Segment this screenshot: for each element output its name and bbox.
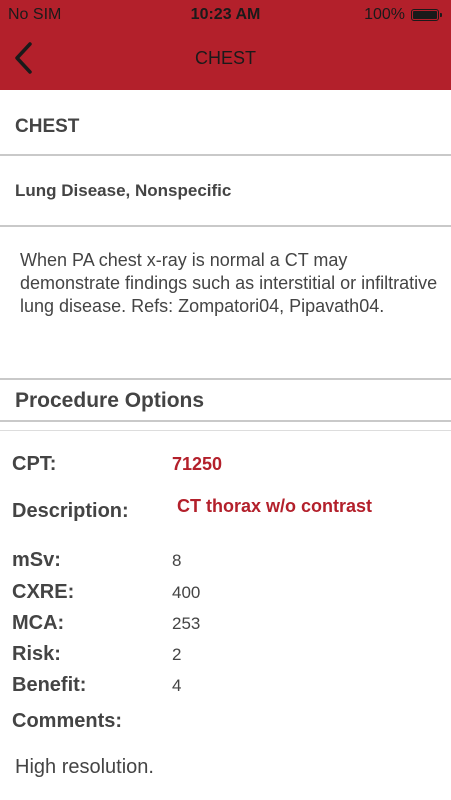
header: No SIM 10:23 AM 100% CHEST bbox=[0, 0, 451, 90]
msv-label: mSv: bbox=[12, 549, 61, 571]
status-bar: No SIM 10:23 AM 100% bbox=[0, 0, 451, 30]
subsection-title: Lung Disease, Nonspecific bbox=[15, 181, 232, 200]
cxre-label: CXRE: bbox=[12, 581, 75, 603]
procedure-options-title: Procedure Options bbox=[15, 389, 205, 412]
description-text: When PA chest x-ray is normal a CT may d… bbox=[20, 250, 438, 316]
cpt-value: 71250 bbox=[172, 454, 223, 474]
divider bbox=[0, 378, 451, 380]
description-label: Description: bbox=[12, 500, 129, 522]
risk-value: 2 bbox=[172, 645, 182, 664]
msv-value: 8 bbox=[172, 551, 182, 570]
divider bbox=[0, 225, 451, 227]
divider bbox=[0, 420, 451, 422]
comments-value: High resolution. bbox=[15, 756, 154, 778]
divider bbox=[0, 154, 451, 156]
battery-icon bbox=[411, 9, 442, 21]
description-value: CT thorax w/o contrast bbox=[177, 496, 373, 516]
comments-label: Comments: bbox=[12, 710, 123, 732]
benefit-label: Benefit: bbox=[12, 674, 87, 696]
risk-label: Risk: bbox=[12, 643, 61, 665]
cxre-value: 400 bbox=[172, 583, 201, 602]
section-title: CHEST bbox=[15, 116, 80, 137]
battery-percent: 100% bbox=[364, 6, 405, 23]
benefit-value: 4 bbox=[172, 676, 182, 695]
mca-value: 253 bbox=[172, 614, 201, 633]
screen: No SIM 10:23 AM 100% CHEST CHEST Lung Di… bbox=[0, 0, 451, 800]
divider bbox=[0, 430, 451, 431]
nav-title: CHEST bbox=[194, 48, 256, 68]
cpt-label: CPT: bbox=[12, 453, 57, 475]
mca-label: MCA: bbox=[12, 612, 65, 634]
